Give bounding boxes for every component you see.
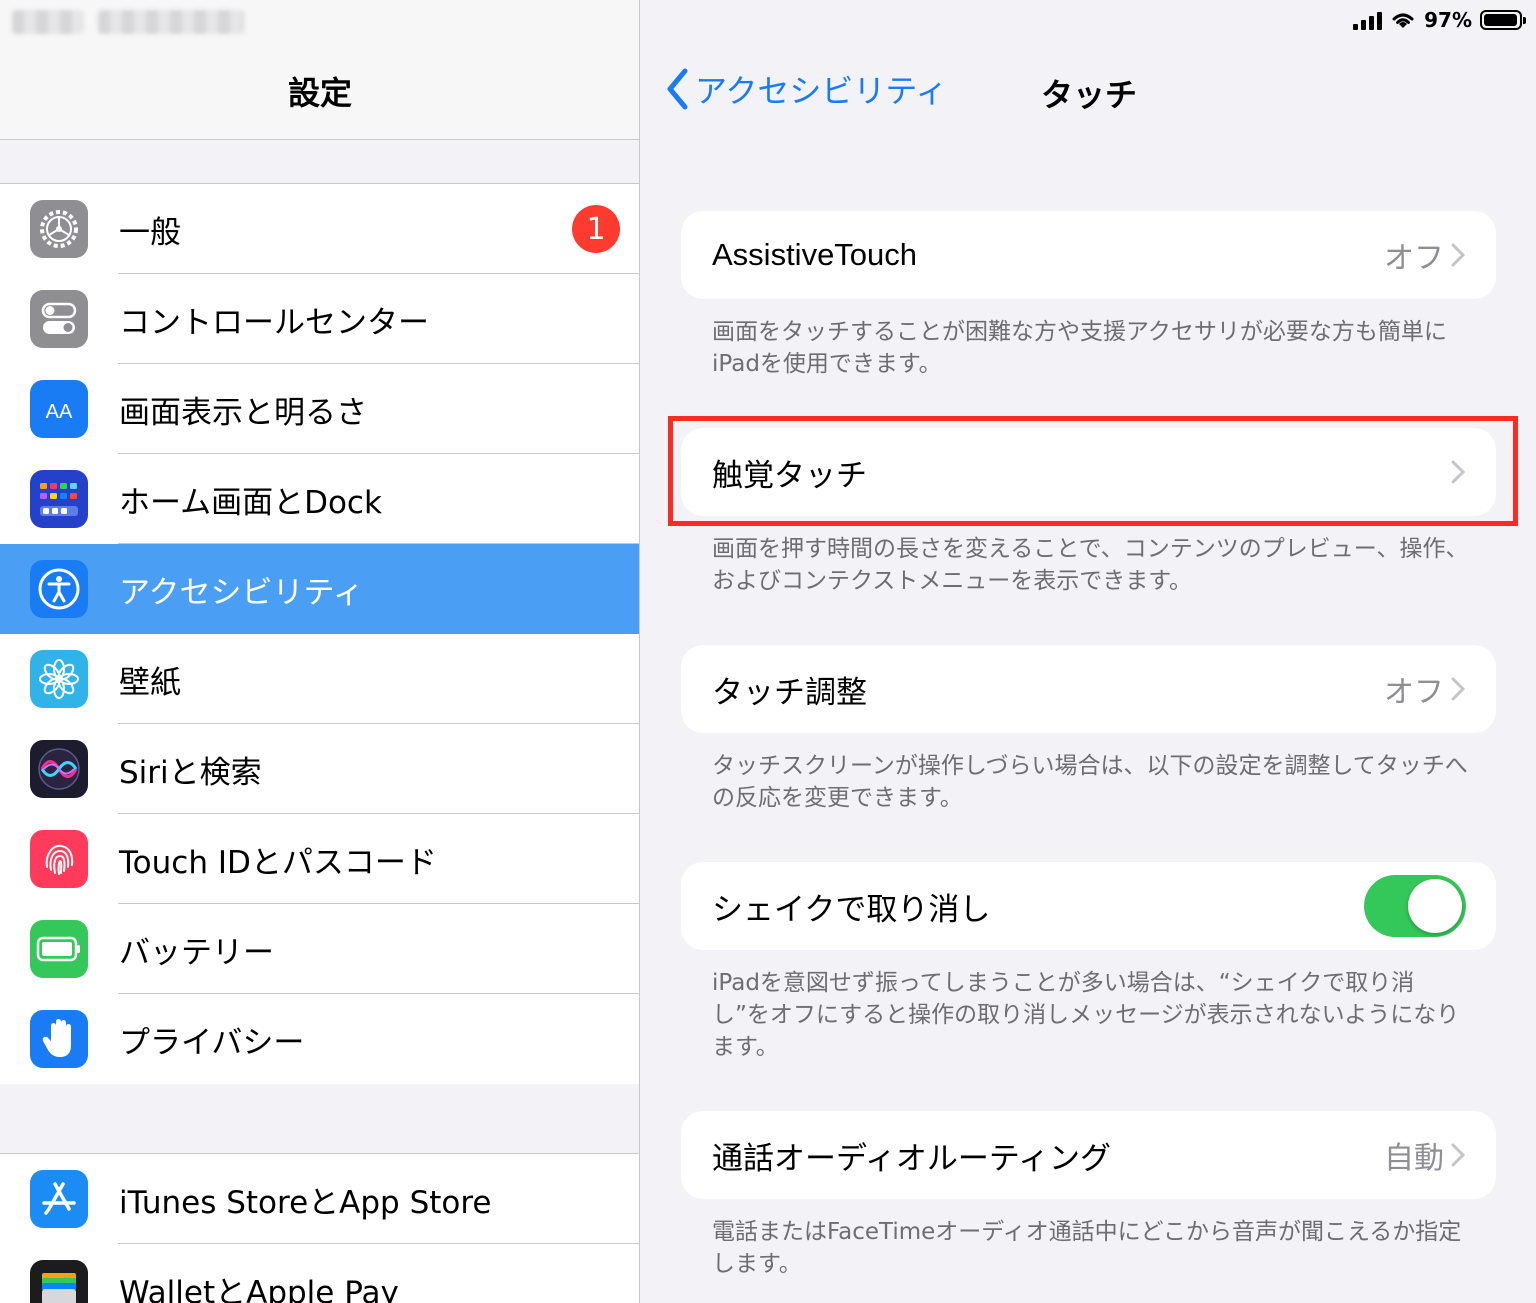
- row-label: 通話オーディオルーティング: [712, 1140, 1111, 1177]
- sidebar-item-label: Siriと検索: [119, 754, 262, 791]
- sidebar-title: 設定: [287, 74, 352, 112]
- chevron-left-icon: [667, 68, 688, 110]
- row-label: シェイクで取り消し: [712, 891, 991, 928]
- settings-group-stores: iTunes StoreとApp Store WalletとApple Pay: [0, 1153, 639, 1303]
- sidebar-item-label: 画面表示と明るさ: [119, 394, 367, 431]
- sidebar-item-wallpaper[interactable]: 壁紙: [0, 634, 639, 724]
- battery-status-icon: [1480, 10, 1526, 30]
- chevron-right-icon: [1451, 677, 1466, 701]
- sidebar-item-control-center[interactable]: コントロールセンター: [0, 274, 639, 364]
- call-audio-routing-row[interactable]: 通話オーディオルーティング 自動: [681, 1111, 1496, 1199]
- chevron-right-icon: [1451, 1143, 1466, 1167]
- shake-to-undo-row: シェイクで取り消し: [681, 862, 1496, 950]
- gear-icon: [30, 200, 88, 258]
- flower-icon: [30, 650, 88, 708]
- siri-icon: [30, 740, 88, 798]
- sidebar-item-wallet[interactable]: WalletとApple Pay: [0, 1244, 639, 1303]
- touch-accommodations-footnote: タッチスクリーンが操作しづらい場合は、以下の設定を調整してタッチへの反応を変更で…: [712, 753, 1468, 811]
- shake-to-undo-toggle[interactable]: [1364, 875, 1466, 937]
- settings-sidebar: 設定 一般 1 コントロールセンター AA 画面表示と明るさ ホーム画面とDoc…: [0, 0, 640, 1303]
- sidebar-item-label: 壁紙: [119, 664, 181, 701]
- back-button[interactable]: アクセシビリティ: [665, 66, 947, 112]
- sidebar-item-general[interactable]: 一般 1: [0, 184, 639, 274]
- toggles-icon: [30, 290, 88, 348]
- sidebar-item-label: Touch IDとパスコード: [119, 844, 437, 881]
- row-value: 自動: [1384, 1141, 1444, 1176]
- sidebar-item-label: 一般: [119, 214, 181, 251]
- sidebar-item-label: ホーム画面とDock: [119, 484, 382, 521]
- toggle-knob: [1408, 879, 1462, 933]
- sidebar-item-label: WalletとApple Pay: [119, 1274, 399, 1303]
- sidebar-item-battery[interactable]: バッテリー: [0, 904, 639, 994]
- wifi-icon: [1392, 13, 1414, 28]
- back-button-label: アクセシビリティ: [695, 72, 948, 110]
- blurred-date: [98, 10, 244, 34]
- haptic-touch-footnote: 画面を押す時間の長さを変えることで、コンテンツのプレビュー、操作、およびコンテク…: [712, 536, 1469, 594]
- row-label: タッチ調整: [712, 674, 867, 711]
- wallet-icon: [30, 1260, 88, 1303]
- text-size-icon: AA: [30, 380, 88, 438]
- chevron-right-icon: [1451, 460, 1466, 484]
- app-store-icon: [30, 1170, 88, 1228]
- row-label: AssistiveTouch: [712, 237, 918, 272]
- sidebar-item-label: プライバシー: [119, 1024, 305, 1061]
- assistivetouch-footnote: 画面をタッチすることが困難な方や支援アクセサリが必要な方も簡単にiPadを使用で…: [712, 319, 1447, 377]
- sidebar-item-accessibility[interactable]: アクセシビリティ: [0, 544, 639, 634]
- touch-settings-panel: 97% アクセシビリティ タッチ AssistiveTouch オフ 画面をタッ…: [641, 0, 1536, 1303]
- sidebar-item-touch-id-passcode[interactable]: Touch IDとパスコード: [0, 814, 639, 904]
- sidebar-item-siri-search[interactable]: Siriと検索: [0, 724, 639, 814]
- status-bar-left-blurred: [12, 10, 244, 34]
- sidebar-item-label: iTunes StoreとApp Store: [119, 1184, 492, 1221]
- sidebar-item-display-brightness[interactable]: AA 画面表示と明るさ: [0, 364, 639, 454]
- battery-icon: [30, 920, 88, 978]
- battery-percent: 97%: [1424, 8, 1472, 32]
- status-bar-right: 97%: [1353, 8, 1526, 32]
- assistivetouch-row[interactable]: AssistiveTouch オフ: [681, 211, 1496, 299]
- cellular-signal-icon: [1353, 10, 1383, 30]
- notification-badge: 1: [572, 205, 620, 253]
- sidebar-item-label: アクセシビリティ: [119, 574, 364, 611]
- row-value: オフ: [1384, 241, 1444, 276]
- sidebar-header: 設定: [0, 0, 639, 140]
- sidebar-item-privacy[interactable]: プライバシー: [0, 994, 639, 1084]
- haptic-touch-row[interactable]: 触覚タッチ: [681, 428, 1496, 516]
- hand-icon: [30, 1010, 88, 1068]
- sidebar-item-label: バッテリー: [119, 934, 274, 971]
- sidebar-item-home-screen-dock[interactable]: ホーム画面とDock: [0, 454, 639, 544]
- fingerprint-icon: [30, 830, 88, 888]
- row-label: 触覚タッチ: [712, 457, 867, 494]
- settings-group-main: 一般 1 コントロールセンター AA 画面表示と明るさ ホーム画面とDock ア…: [0, 183, 639, 1084]
- chevron-right-icon: [1451, 243, 1466, 267]
- shake-to-undo-footnote: iPadを意図せず振ってしまうことが多い場合は、“シェイクで取り消し”をオフにす…: [712, 970, 1460, 1060]
- blurred-time: [12, 10, 84, 34]
- sidebar-item-label: コントロールセンター: [119, 304, 429, 341]
- call-audio-routing-footnote: 電話またはFaceTimeオーディオ通話中にどこから音声が聞こえるか指定します。: [712, 1219, 1462, 1277]
- home-grid-icon: [30, 470, 88, 528]
- page-title: タッチ: [1041, 76, 1138, 114]
- row-value: オフ: [1384, 675, 1444, 710]
- sidebar-item-app-store[interactable]: iTunes StoreとApp Store: [0, 1154, 639, 1244]
- touch-accommodations-row[interactable]: タッチ調整 オフ: [681, 645, 1496, 733]
- accessibility-icon: [30, 560, 88, 618]
